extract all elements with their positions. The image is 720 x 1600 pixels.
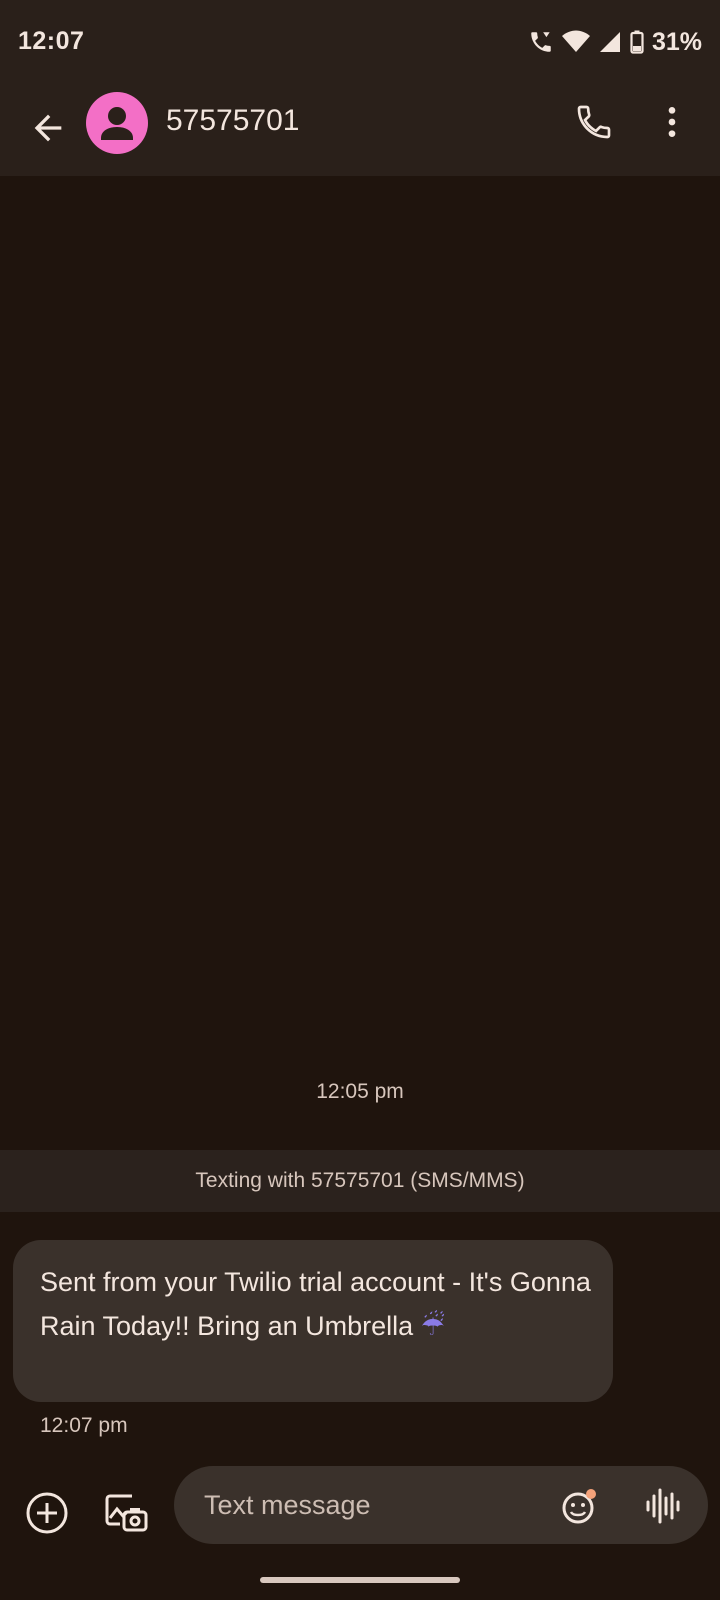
message-text: Sent from your Twilio trial account - It… — [40, 1267, 591, 1341]
arrow-back-icon — [34, 114, 62, 142]
add-circle-icon — [26, 1492, 68, 1534]
gallery-camera-icon — [105, 1494, 148, 1532]
message-input[interactable] — [202, 1484, 526, 1526]
more-options-button[interactable] — [652, 102, 692, 142]
contact-avatar[interactable] — [86, 92, 148, 154]
cellular-signal-icon — [599, 32, 620, 52]
clock: 12:07 — [18, 27, 85, 55]
wifi-icon — [561, 30, 590, 52]
status-icons: 31% — [528, 27, 702, 57]
status-bar: 12:07 31% — [0, 0, 720, 84]
battery-percentage: 31% — [651, 27, 702, 56]
message-text-container: Sent from your Twilio trial account - It… — [40, 1260, 600, 1349]
conversation-app-bar: 57575701 — [0, 84, 720, 176]
texting-with-label: Texting with 57575701 (SMS/MMS) — [195, 1169, 525, 1192]
gallery-camera-button[interactable] — [102, 1488, 150, 1536]
more-vert-icon — [668, 107, 676, 137]
thread-timestamp: 12:05 pm — [316, 1080, 404, 1103]
voice-message-button[interactable] — [642, 1486, 682, 1526]
call-button[interactable] — [574, 102, 614, 142]
attach-button[interactable] — [24, 1490, 70, 1536]
phone-icon — [577, 105, 611, 139]
umbrella-emoji: ☔ — [420, 1311, 445, 1342]
texting-with-banner: Texting with 57575701 (SMS/MMS) — [0, 1150, 720, 1212]
message-timestamp: 12:07 pm — [40, 1414, 128, 1437]
contact-name[interactable]: 57575701 — [166, 104, 299, 138]
message-input-field[interactable] — [174, 1466, 708, 1544]
audio-waveform-icon — [646, 1488, 680, 1524]
compose-bar — [0, 1464, 720, 1564]
battery-icon — [630, 30, 644, 54]
emoji-icon — [562, 1489, 596, 1524]
message-bubble[interactable]: Sent from your Twilio trial account - It… — [13, 1240, 613, 1402]
wifi-calling-icon — [531, 32, 551, 52]
person-icon — [101, 107, 133, 140]
back-button[interactable] — [28, 108, 68, 148]
emoji-button[interactable] — [560, 1486, 600, 1526]
gesture-navigation-bar[interactable] — [260, 1577, 460, 1583]
